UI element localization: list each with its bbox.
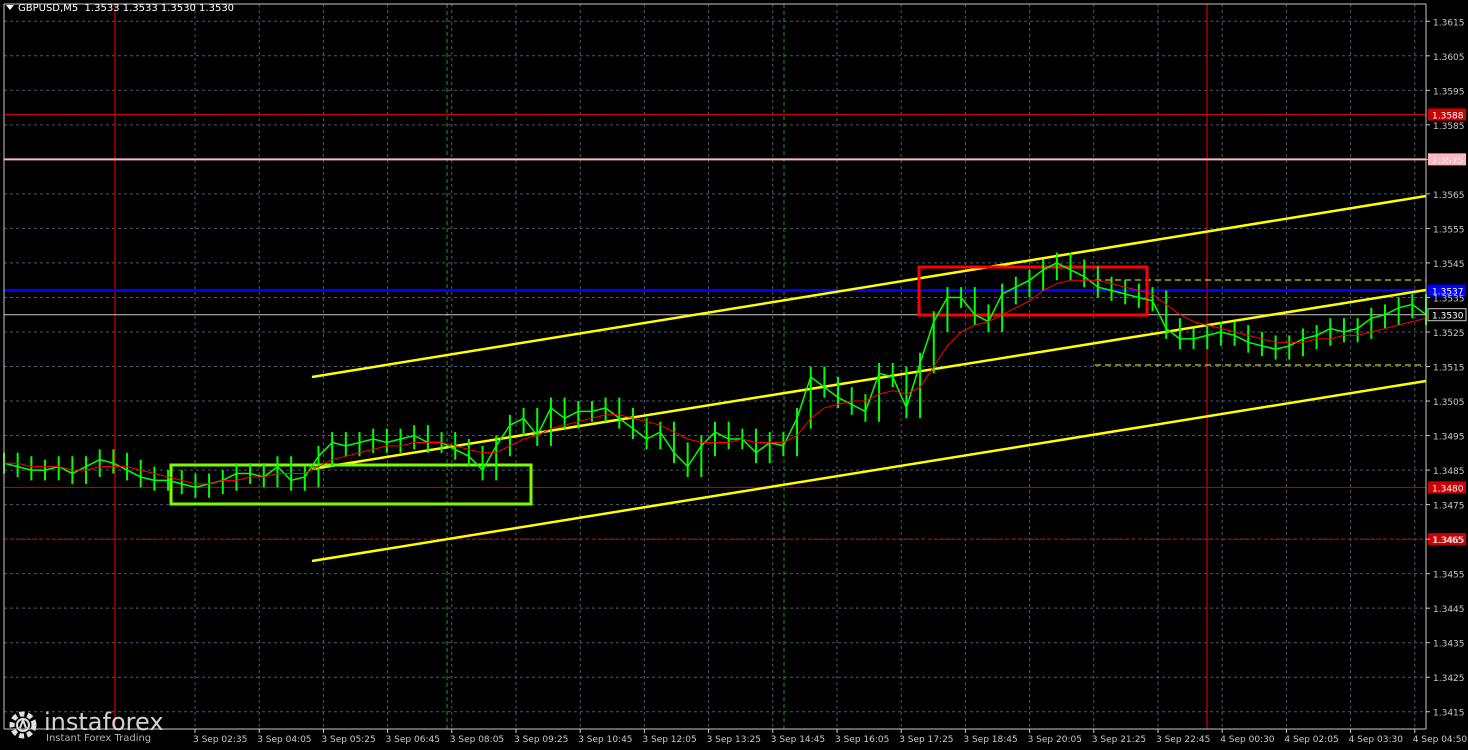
current_price-tag-label: 1.3530: [1432, 312, 1464, 322]
y-tick-label: 1.3535: [1433, 294, 1465, 304]
axes: 1.3615 1.3605 1.3595 1.3585 1.3575 1.3565 1.35…: [3, 3, 1468, 745]
y-tick-label: 1.3515: [1433, 364, 1465, 374]
x-tick-label: 4 Sep 04:50: [1413, 735, 1468, 745]
y-tick-label: 1.3605: [1433, 53, 1465, 63]
menu-triangle-icon[interactable]: [6, 5, 14, 10]
y-tick-label: 1.3525: [1433, 329, 1465, 339]
level_1.3480-tag-label: 1.3480: [1432, 484, 1464, 494]
x-tick-label: 3 Sep 14:45: [771, 735, 825, 745]
x-tick-label: 3 Sep 10:45: [578, 735, 632, 745]
x-tick-label: 3 Sep 18:45: [963, 735, 1017, 745]
y-tick-label: 1.3455: [1433, 571, 1465, 581]
x-tick-label: 3 Sep 13:25: [707, 735, 761, 745]
x-tick-label: 3 Sep 20:05: [1028, 735, 1082, 745]
channel-line: [311, 288, 1427, 471]
x-tick-label: 3 Sep 12:05: [642, 735, 696, 745]
x-tick-label: 3 Sep 02:35: [193, 735, 247, 745]
y-tick-label: 1.3595: [1433, 87, 1465, 97]
x-tick-label: 3 Sep 16:05: [835, 735, 889, 745]
x-tick-label: 4 Sep 02:05: [1284, 735, 1338, 745]
y-tick-label: 1.3485: [1433, 467, 1465, 477]
x-tick-label: 3 Sep 17:25: [899, 735, 953, 745]
symbol-label: GBPUSD,M5: [18, 3, 79, 14]
watermark-brand: instaforex: [44, 708, 164, 736]
x-tick-label: 4 Sep 03:30: [1349, 735, 1404, 745]
y-tick-label: 1.3505: [1433, 398, 1465, 408]
grid: [4, 4, 1426, 729]
trend-channel: [311, 194, 1427, 563]
y-tick-label: 1.3575: [1433, 156, 1465, 166]
x-tick-label: 3 Sep 05:25: [321, 735, 375, 745]
price-chart[interactable]: 1.35881.35751.35371.35301.34801.3465 1.3…: [0, 0, 1468, 750]
y-tick-label: 1.3545: [1433, 260, 1465, 270]
quote-label: 1.3533 1.3533 1.3530 1.3530: [84, 3, 235, 14]
y-tick-label: 1.3425: [1433, 674, 1465, 684]
y-tick-label: 1.3495: [1433, 433, 1465, 443]
x-tick-label: 3 Sep 22:45: [1156, 735, 1210, 745]
y-tick-label: 1.3555: [1433, 225, 1465, 235]
y-tick-label: 1.3465: [1433, 536, 1465, 546]
watermark-logo: instaforex Instant Forex Trading: [4, 706, 179, 748]
x-tick-label: 3 Sep 04:05: [257, 735, 311, 745]
x-tick-label: 3 Sep 21:25: [1092, 735, 1146, 745]
chart-header: GBPUSD,M5 1.3533 1.3533 1.3530 1.3530: [6, 3, 234, 14]
y-tick-label: 1.3585: [1433, 122, 1465, 132]
level_1.3588-tag-label: 1.3588: [1432, 111, 1464, 121]
y-tick-label: 1.3415: [1433, 709, 1465, 719]
gear-logo-icon: [9, 711, 37, 739]
y-tick-label: 1.3565: [1433, 191, 1465, 201]
green-box: [169, 463, 533, 506]
x-tick-label: 3 Sep 09:25: [514, 735, 568, 745]
channel-line: [311, 379, 1427, 563]
y-tick-label: 1.3615: [1433, 18, 1465, 28]
x-tick-label: 4 Sep 00:30: [1220, 735, 1275, 745]
y-tick-label: 1.3435: [1433, 640, 1465, 650]
x-tick-label: 3 Sep 08:05: [450, 735, 504, 745]
y-tick-label: 1.3445: [1433, 605, 1465, 615]
channel-line: [311, 194, 1427, 379]
x-tick-label: 3 Sep 06:45: [386, 735, 440, 745]
watermark-tagline: Instant Forex Trading: [46, 733, 152, 744]
y-tick-label: 1.3475: [1433, 502, 1465, 512]
